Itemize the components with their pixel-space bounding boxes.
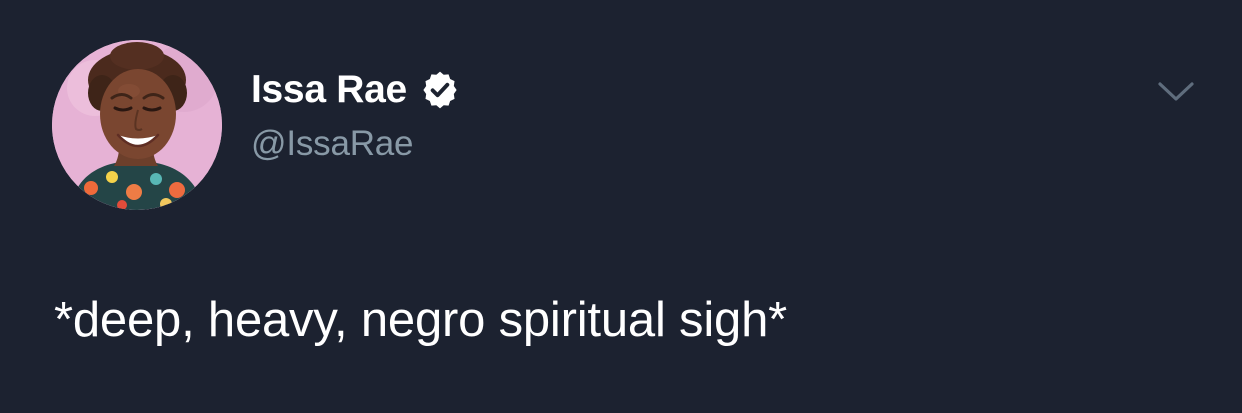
tweet-author[interactable]: Issa Rae @IssaRae	[251, 66, 461, 164]
author-handle[interactable]: @IssaRae	[251, 124, 461, 164]
author-name-row: Issa Rae	[251, 66, 461, 114]
tweet-card: Issa Rae @IssaRae *deep, heavy, negro sp…	[0, 0, 1242, 413]
avatar-photo	[52, 40, 222, 210]
chevron-down-icon	[1156, 79, 1196, 103]
author-display-name[interactable]: Issa Rae	[251, 68, 407, 112]
avatar[interactable]	[52, 40, 222, 210]
tweet-text: *deep, heavy, negro spiritual sigh*	[54, 293, 788, 347]
verified-badge-icon	[419, 69, 461, 111]
tweet-menu-button[interactable]	[1154, 74, 1198, 108]
